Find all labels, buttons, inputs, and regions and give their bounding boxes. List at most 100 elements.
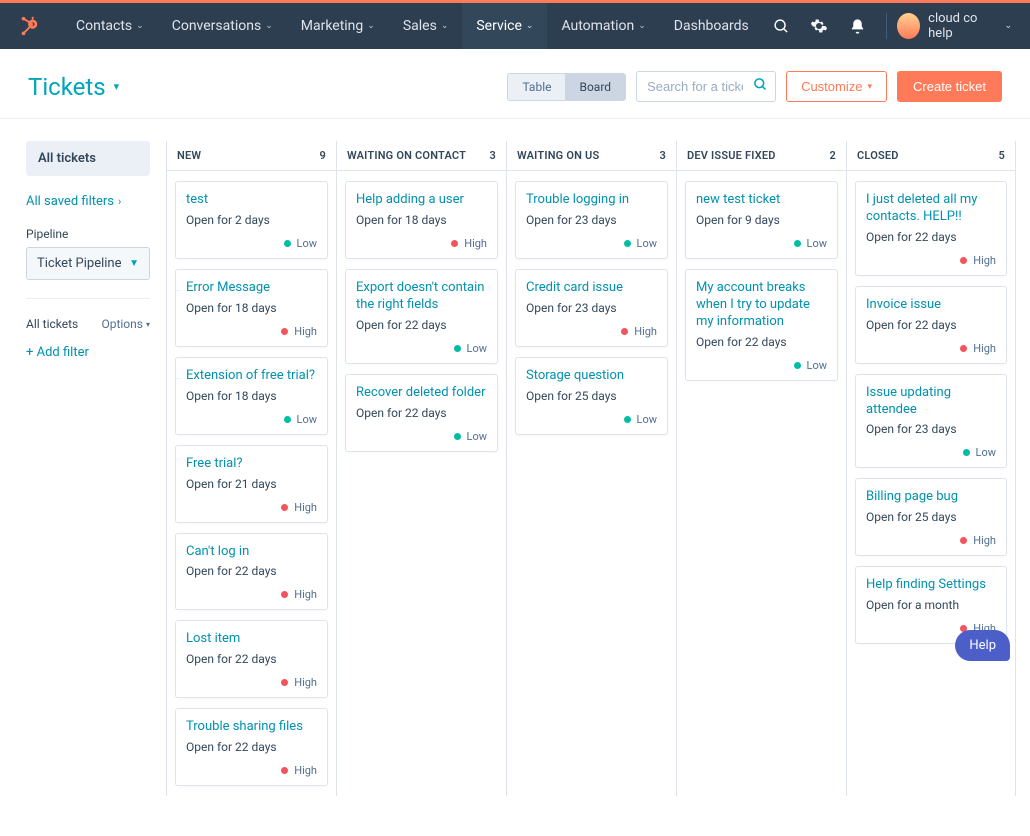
priority-dot-icon (454, 433, 461, 440)
ticket-priority: Low (356, 342, 487, 355)
ticket-card[interactable]: Can't log inOpen for 22 daysHigh (175, 533, 328, 611)
chevron-down-icon: ▾ (114, 80, 120, 93)
ticket-card[interactable]: Help adding a userOpen for 18 daysHigh (345, 181, 498, 259)
ticket-card[interactable]: Issue updating attendeeOpen for 23 daysL… (855, 374, 1007, 469)
column-count: 9 (320, 149, 326, 162)
priority-label: High (464, 237, 487, 250)
priority-dot-icon (621, 328, 628, 335)
options-dropdown[interactable]: Options ▾ (101, 317, 150, 331)
nav-item-sales[interactable]: Sales⌄ (389, 3, 463, 49)
nav-item-dashboards[interactable]: Dashboards (660, 3, 763, 49)
priority-label: Low (637, 413, 657, 426)
board-column: NEW9testOpen for 2 daysLowError MessageO… (166, 141, 336, 796)
nav-item-conversations[interactable]: Conversations⌄ (158, 3, 287, 49)
ticket-open-for: Open for 21 days (186, 477, 317, 491)
sidebar-all-saved-filters[interactable]: All saved filters › (26, 190, 150, 213)
ticket-card[interactable]: new test ticketOpen for 9 daysLow (685, 181, 838, 259)
pipeline-select[interactable]: Ticket Pipeline ▼ (26, 247, 150, 280)
priority-dot-icon (794, 240, 801, 247)
options-label: Options (101, 317, 143, 331)
ticket-title: Help finding Settings (866, 577, 996, 594)
nav-item-label: Dashboards (674, 18, 749, 34)
board-column: CLOSED 5 I just deleted all my contacts. H… (846, 141, 1016, 796)
ticket-title: My account breaks when I try to update m… (696, 280, 827, 331)
ticket-card[interactable]: Billing page bugOpen for 25 daysHigh (855, 478, 1007, 556)
help-button[interactable]: Help (955, 630, 1010, 661)
column-header: WAITING ON CONTACT3 (337, 141, 506, 171)
ticket-card[interactable]: Credit card issueOpen for 23 daysHigh (515, 269, 668, 347)
ticket-priority: High (186, 501, 317, 514)
header-actions: Table Board Customize ▾ Create ticket (507, 71, 1002, 102)
ticket-card[interactable]: Export doesn't contain the right fieldsO… (345, 269, 498, 364)
ticket-priority: Low (526, 413, 657, 426)
ticket-card[interactable]: Trouble logging inOpen for 23 daysLow (515, 181, 668, 259)
ticket-title: Billing page bug (866, 489, 996, 506)
create-ticket-button[interactable]: Create ticket (897, 71, 1002, 102)
ticket-card[interactable]: Recover deleted folderOpen for 22 daysLo… (345, 374, 498, 452)
avatar[interactable] (897, 13, 920, 39)
column-count: 2 (830, 149, 836, 162)
search-icon[interactable] (773, 16, 791, 36)
view-board-button[interactable]: Board (565, 74, 625, 100)
view-toggle: Table Board (507, 73, 626, 101)
priority-label: High (294, 764, 317, 777)
ticket-card[interactable]: testOpen for 2 daysLow (175, 181, 328, 259)
add-filter-button[interactable]: + Add filter (26, 345, 150, 360)
ticket-open-for: Open for 25 days (526, 389, 657, 403)
column-body: testOpen for 2 daysLowError MessageOpen … (167, 171, 336, 796)
nav-item-contacts[interactable]: Contacts ⌄ (62, 3, 158, 49)
board-column: WAITING ON US3Trouble logging inOpen for… (506, 141, 676, 796)
chevron-down-icon: ⌄ (441, 21, 449, 31)
bell-icon[interactable] (848, 16, 866, 36)
ticket-card[interactable]: Lost itemOpen for 22 daysHigh (175, 620, 328, 698)
column-body: I just deleted all my contacts. HELP!!Op… (847, 171, 1015, 654)
ticket-card[interactable]: Extension of free trial?Open for 18 days… (175, 357, 328, 435)
kanban-board: NEW9testOpen for 2 daysLowError MessageO… (160, 119, 1030, 836)
column-name: CLOSED (857, 149, 899, 162)
ticket-priority: Low (186, 413, 317, 426)
ticket-title: Error Message (186, 280, 317, 297)
user-menu[interactable]: cloud co help (928, 11, 996, 41)
priority-dot-icon (281, 767, 288, 774)
chevron-down-icon: ⌄ (136, 21, 144, 31)
gear-icon[interactable] (810, 16, 828, 36)
top-nav: Contacts ⌄ Conversations⌄Marketing⌄Sales⌄S… (0, 3, 1030, 49)
column-body: Trouble logging inOpen for 23 daysLow Cre… (507, 171, 676, 445)
priority-label: High (294, 325, 317, 338)
ticket-card[interactable]: Trouble sharing filesOpen for 22 daysHig… (175, 708, 328, 786)
priority-dot-icon (281, 504, 288, 511)
ticket-priority: High (186, 325, 317, 338)
nav-divider (886, 13, 887, 39)
column-count: 5 (999, 149, 1005, 162)
ticket-open-for: Open for 22 days (186, 740, 317, 754)
column-count: 3 (490, 149, 496, 162)
ticket-card[interactable]: Storage questionOpen for 25 daysLow (515, 357, 668, 435)
priority-dot-icon (624, 240, 631, 247)
view-table-button[interactable]: Table (508, 74, 565, 100)
priority-dot-icon (281, 679, 288, 686)
chevron-right-icon: › (118, 195, 121, 208)
ticket-card[interactable]: My account breaks when I try to update m… (685, 269, 838, 381)
chevron-down-icon: ⌄ (526, 21, 534, 31)
chevron-down-icon: ▾ (146, 320, 150, 329)
ticket-card[interactable]: Free trial?Open for 21 daysHigh (175, 445, 328, 523)
customize-button[interactable]: Customize ▾ (786, 71, 887, 102)
nav-item-service[interactable]: Service⌄ (462, 3, 547, 49)
ticket-card[interactable]: Error MessageOpen for 18 daysHigh (175, 269, 328, 347)
column-header: CLOSED 5 (847, 141, 1015, 171)
ticket-card[interactable]: I just deleted all my contacts. HELP!!Op… (855, 181, 1007, 276)
ticket-card[interactable]: Invoice issueOpen for 22 daysHigh (855, 286, 1007, 364)
divider (26, 298, 150, 299)
nav-item-marketing[interactable]: Marketing⌄ (287, 3, 389, 49)
priority-label: High (634, 325, 657, 338)
search-icon[interactable] (753, 77, 768, 92)
nav-item-label: Contacts (76, 18, 132, 34)
hubspot-logo[interactable] (18, 15, 40, 37)
priority-label: High (294, 588, 317, 601)
board-column: WAITING ON CONTACT3 Help adding a userOpe… (336, 141, 506, 796)
sidebar-all-tickets[interactable]: All tickets (26, 141, 150, 176)
priority-dot-icon (960, 257, 967, 264)
page-title-dropdown[interactable]: Tickets ▾ (28, 73, 119, 101)
nav-item-automation[interactable]: Automation⌄ (547, 3, 659, 49)
ticket-open-for: Open for 22 days (696, 335, 827, 349)
